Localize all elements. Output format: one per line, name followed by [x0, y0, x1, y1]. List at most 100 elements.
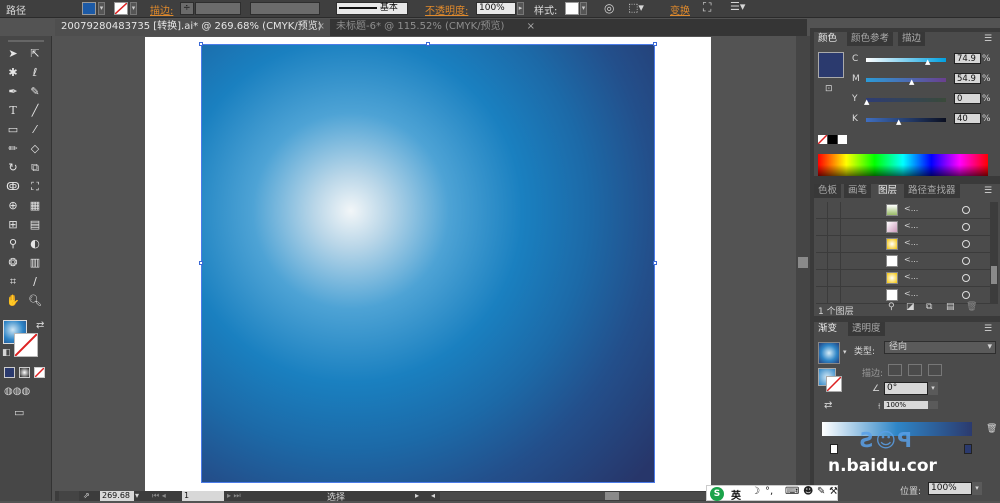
first-page-icon[interactable]: ⏮ ◂ [152, 491, 166, 501]
slider-m-thumb[interactable]: ▲ [909, 78, 914, 86]
color-spectrum[interactable] [818, 154, 988, 176]
handle-top-center[interactable] [426, 42, 430, 46]
magic-wand-icon[interactable]: ✱ [4, 65, 22, 81]
stroke-across-icon[interactable] [928, 364, 942, 376]
close-icon[interactable]: × [527, 19, 535, 35]
ime-language-label[interactable]: 英 [731, 487, 741, 502]
target-icon[interactable] [962, 291, 970, 299]
gradient-icon[interactable]: ▤ [26, 217, 44, 233]
shape-builder-icon[interactable]: ⊕ [4, 198, 22, 214]
layer-name[interactable]: <... [904, 204, 918, 213]
lock-toggle[interactable] [829, 287, 841, 303]
gradient-mode-button[interactable] [19, 367, 30, 378]
slider-m-track[interactable] [866, 78, 946, 82]
zoom-icon[interactable]: 🔍︎ [26, 293, 44, 309]
fill-color-button[interactable] [82, 2, 96, 15]
vertical-scrollbar-thumb[interactable] [798, 257, 808, 268]
layer-name[interactable]: <... [904, 238, 918, 247]
draw-mode-icons[interactable]: ◍◍◍ [4, 386, 30, 397]
eraser-icon[interactable]: ◇ [26, 141, 44, 157]
tab-stroke[interactable]: 描边 [898, 32, 926, 46]
default-colors-icon[interactable]: ◧ [2, 348, 11, 358]
color-mode-button[interactable] [4, 367, 15, 378]
layer-name[interactable]: <... [904, 272, 918, 281]
zoom-dropdown-arrow[interactable]: ▾ [135, 491, 139, 500]
eyedropper-icon[interactable]: ⚲ [4, 236, 22, 252]
type-icon[interactable]: T [4, 103, 22, 119]
layer-row[interactable]: <... [816, 253, 990, 270]
location-dropdown[interactable]: ▾ [972, 482, 982, 495]
handle-middle-left[interactable] [199, 261, 203, 265]
layer-name[interactable]: <... [904, 289, 918, 298]
layer-row[interactable]: <... [816, 202, 990, 219]
half-width-icon[interactable]: ☽ [751, 486, 760, 497]
layer-row[interactable]: <... [816, 236, 990, 253]
status-left-button[interactable] [59, 491, 79, 501]
layers-scrollbar-thumb[interactable] [991, 266, 997, 284]
tab-document-1[interactable]: 20079280483735 [转换].ai* @ 269.68% (CMYK/… [55, 19, 330, 36]
visibility-toggle[interactable] [816, 270, 828, 286]
lock-toggle[interactable] [829, 219, 841, 235]
gradient-preview-swatch[interactable] [818, 342, 840, 364]
clipping-mask-icon[interactable]: ◪ [906, 302, 915, 312]
transform-link[interactable]: 变换 [670, 2, 690, 17]
rotate-icon[interactable]: ↻ [4, 160, 22, 176]
graphic-style-swatch[interactable] [565, 2, 579, 15]
tab-pathfinder[interactable]: 路径查找器 [904, 184, 960, 198]
stroke-dropdown-arrow[interactable]: ▾ [130, 2, 137, 15]
selection-icon[interactable]: ➤ [4, 46, 22, 62]
visibility-toggle[interactable] [816, 202, 828, 218]
gradient-type-select[interactable]: 径向 ▾ [884, 341, 996, 354]
target-icon[interactable] [962, 240, 970, 248]
stroke-within-icon[interactable] [888, 364, 902, 376]
opacity-input[interactable]: 100% [476, 2, 516, 15]
white-swatch[interactable] [838, 135, 847, 144]
slider-y-input[interactable]: 0 [954, 93, 981, 104]
stroke-weight-input[interactable] [195, 2, 241, 15]
gradient-stroke-indicator[interactable] [826, 376, 842, 392]
angle-input[interactable]: 0° [884, 382, 928, 395]
opacity-dropdown-arrow[interactable]: ▸ [517, 2, 524, 15]
tab-swatches[interactable]: 色板 [814, 184, 842, 198]
direct-selection-icon[interactable]: ⇱ [26, 46, 44, 62]
none-color-swatch[interactable] [817, 134, 828, 145]
status-menu-arrow[interactable]: ▸ [415, 491, 419, 500]
slider-m-input[interactable]: 54.9 [954, 73, 981, 84]
tab-transparency[interactable]: 透明度 [848, 322, 885, 336]
handle-middle-right[interactable] [653, 261, 657, 265]
none-mode-button[interactable] [34, 367, 45, 378]
panel-menu-icon[interactable]: ☰▾ [730, 0, 745, 13]
style-dropdown-arrow[interactable]: ▾ [580, 2, 587, 15]
opacity-label[interactable]: 不透明度: [425, 2, 468, 17]
stroke-along-icon[interactable] [908, 364, 922, 376]
curvature-icon[interactable]: ✎ [26, 84, 44, 100]
stroke-swatch[interactable] [14, 333, 38, 357]
close-icon[interactable]: × [317, 19, 325, 35]
slider-k-input[interactable]: 40 [954, 113, 981, 124]
lock-toggle[interactable] [829, 253, 841, 269]
slider-c-thumb[interactable]: ▲ [925, 58, 930, 66]
reverse-gradient-icon[interactable]: ⇄ [824, 400, 832, 411]
target-icon[interactable] [962, 257, 970, 265]
rectangle-icon[interactable]: ▭ [4, 122, 22, 138]
gradient-stop-navy[interactable] [964, 444, 972, 454]
zoom-input[interactable]: 269.68 [100, 491, 134, 501]
pen-icon[interactable]: ✒ [4, 84, 22, 100]
lock-toggle[interactable] [829, 270, 841, 286]
aspect-ratio-dropdown[interactable] [928, 401, 938, 409]
slider-y-track[interactable] [866, 98, 946, 102]
punctuation-icon[interactable]: °, [765, 486, 773, 497]
hscroll-left-arrow[interactable]: ◂ [431, 491, 435, 500]
gradient-preview-dropdown[interactable]: ▾ [843, 348, 847, 356]
visibility-toggle[interactable] [816, 219, 828, 235]
free-transform-icon[interactable]: ⛶ [26, 179, 44, 195]
warp-icon[interactable]: ↂ [4, 179, 22, 195]
stroke-weight-stepper[interactable]: ÷ [180, 2, 194, 15]
tab-document-2[interactable]: 未标题-6* @ 115.52% (CMYK/预览) × [330, 19, 540, 36]
slider-c-input[interactable]: 74.9 [954, 53, 981, 64]
tab-layers[interactable]: 图层 [874, 184, 902, 198]
new-layer-icon[interactable]: ▤ [946, 302, 955, 312]
color-swatch-preview[interactable] [818, 52, 844, 78]
gradient-stop-white[interactable] [830, 444, 838, 454]
lasso-icon[interactable]: ℓ [26, 65, 44, 81]
